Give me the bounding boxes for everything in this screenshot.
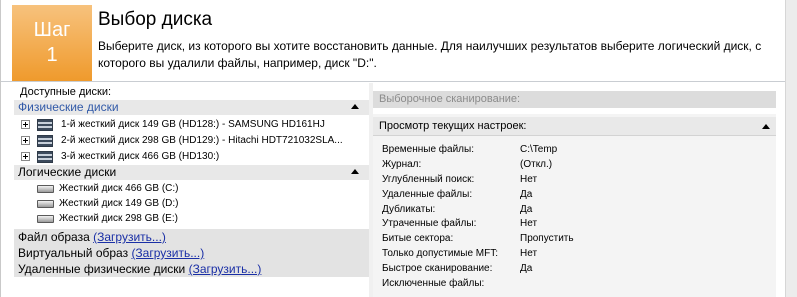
physical-disk-item[interactable]: 1-й жесткий диск 149 GB (HD128:) - SAMSU…	[21, 117, 366, 132]
hard-disk-icon	[37, 135, 53, 147]
collapse-arrow-icon[interactable]	[762, 124, 770, 129]
page-description: Выберите диск, из которого вы хотите вос…	[98, 39, 762, 70]
window-edge	[785, 0, 797, 297]
setting-row: Утраченные файлы: Нет	[382, 216, 537, 231]
setting-value: Нет	[520, 174, 538, 185]
physical-disks-label: Физические диски	[18, 100, 119, 114]
setting-name: Утраченные файлы:	[382, 218, 477, 229]
setting-value: Нет	[520, 218, 538, 229]
setting-row: Дубликаты: Да	[382, 202, 532, 217]
setting-name: Исключенные файлы:	[382, 278, 485, 289]
setting-value: Нет	[520, 248, 538, 259]
setting-row: Исключенные файлы:	[382, 276, 484, 291]
disk-label: 1-й жесткий диск 149 GB (HD128:) - SAMSU…	[61, 119, 325, 130]
step-number: 1	[46, 44, 58, 66]
setting-value: Пропустить	[520, 233, 574, 244]
disk-label: Жесткий диск 298 GB (E:)	[59, 213, 178, 224]
setting-name: Только допустимые MFT:	[382, 248, 499, 259]
step-header: Шаг 1 Выбор диска Выберите диск, из кото…	[1, 0, 797, 82]
step-indicator: Шаг 1	[12, 5, 92, 81]
hard-disk-icon	[37, 151, 53, 163]
virtual-image-label: Виртуальный образ	[18, 246, 129, 260]
logical-disks-header[interactable]: Логические диски	[14, 165, 369, 180]
logical-disk-item[interactable]: Жесткий диск 298 GB (E:)	[37, 211, 357, 226]
setting-name: Дубликаты:	[382, 204, 436, 215]
setting-row: Углубленный поиск: Нет	[382, 172, 537, 187]
expand-plus-icon[interactable]	[21, 152, 30, 161]
setting-value: Да	[520, 189, 533, 200]
remote-disks-row: Удаленные физические диски (Загрузить...…	[14, 261, 369, 277]
load-image-file-link[interactable]: (Загрузить...)	[93, 230, 166, 244]
expand-plus-icon[interactable]	[21, 120, 30, 129]
available-disks-label: Доступные диски:	[20, 86, 112, 98]
volume-icon	[37, 200, 54, 208]
virtual-image-row: Виртуальный образ (Загрузить...)	[14, 245, 369, 261]
setting-name: Журнал:	[382, 159, 422, 170]
collapse-arrow-icon[interactable]	[351, 104, 359, 109]
disk-label: Жесткий диск 466 GB (C:)	[59, 183, 179, 194]
volume-icon	[37, 215, 54, 223]
physical-disk-item[interactable]: 2-й жесткий диск 298 GB (HD129:) - Hitac…	[21, 133, 366, 148]
remote-disks-label: Удаленные физические диски	[18, 262, 186, 276]
setting-value: Да	[520, 204, 533, 215]
setting-value: Да	[520, 263, 533, 274]
logical-disk-item[interactable]: Жесткий диск 149 GB (D:)	[37, 196, 357, 211]
setting-row: Быстрое сканирование: Да	[382, 261, 532, 276]
setting-row: Удаленные файлы: Да	[382, 187, 532, 202]
settings-header[interactable]: Просмотр текущих настроек:	[373, 117, 776, 136]
hard-disk-icon	[37, 119, 53, 131]
load-remote-disks-link[interactable]: (Загрузить...)	[189, 262, 262, 276]
setting-name: Битые сектора:	[382, 233, 454, 244]
setting-name: Временные файлы:	[382, 144, 474, 155]
setting-row: Временные файлы: C:\Temp	[382, 142, 557, 157]
volume-icon	[37, 185, 54, 193]
setting-row: Журнал: (Откл.)	[382, 157, 552, 172]
wizard-window: Шаг 1 Выбор диска Выберите диск, из кото…	[0, 0, 797, 297]
image-file-label: Файл образа	[18, 230, 90, 244]
disk-label: 3-й жесткий диск 466 GB (HD130:)	[61, 151, 220, 162]
physical-disk-item[interactable]: 3-й жесткий диск 466 GB (HD130:)	[21, 149, 366, 164]
logical-disks-label: Логические диски	[18, 165, 117, 179]
page-title: Выбор диска	[98, 9, 213, 30]
setting-row: Только допустимые MFT: Нет	[382, 246, 537, 261]
image-file-row: Файл образа (Загрузить...)	[14, 229, 369, 245]
setting-name: Углубленный поиск:	[382, 174, 475, 185]
collapse-arrow-icon[interactable]	[351, 169, 359, 174]
disk-label: 2-й жесткий диск 298 GB (HD129:) - Hitac…	[61, 135, 343, 146]
setting-name: Удаленные файлы:	[382, 189, 473, 200]
load-virtual-image-link[interactable]: (Загрузить...)	[131, 246, 204, 260]
step-word: Шаг	[33, 19, 71, 41]
setting-name: Быстрое сканирование:	[382, 263, 493, 274]
physical-disks-header[interactable]: Физические диски	[14, 100, 369, 115]
selective-scan-bar[interactable]: Выборочное сканирование:	[373, 91, 776, 108]
setting-value: (Откл.)	[520, 159, 553, 170]
disk-label: Жесткий диск 149 GB (D:)	[59, 198, 179, 209]
setting-row: Битые сектора: Пропустить	[382, 231, 574, 246]
setting-value: C:\Temp	[520, 144, 558, 155]
logical-disk-item[interactable]: Жесткий диск 466 GB (C:)	[37, 181, 357, 196]
settings-header-label: Просмотр текущих настроек:	[379, 120, 527, 132]
expand-plus-icon[interactable]	[21, 136, 30, 145]
